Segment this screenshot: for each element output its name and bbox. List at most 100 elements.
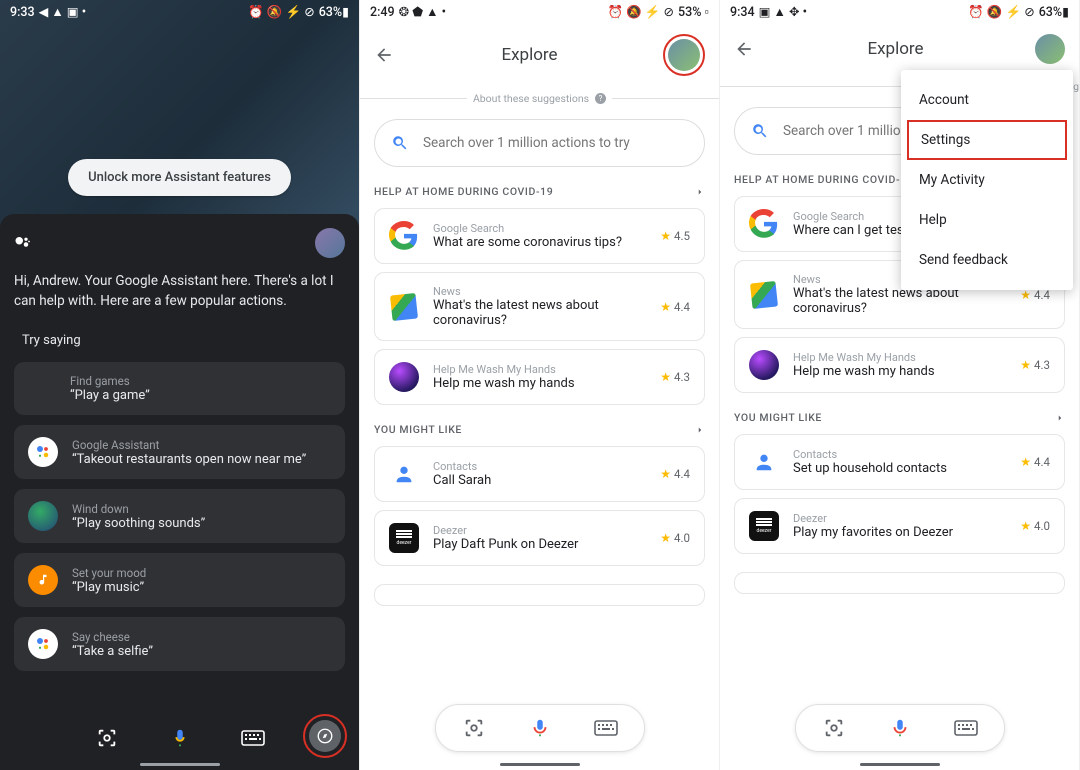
explore-menu-pane: 9:34▣ ▲ ✥ • ⏰ 🔕 ⚡ ⊘63%▮ Explore About th… bbox=[720, 0, 1080, 770]
keyboard-button[interactable] bbox=[239, 724, 267, 752]
card-query: What are some coronavirus tips? bbox=[433, 235, 646, 250]
suggestion-card[interactable]: Google Assistant“Takeout restaurants ope… bbox=[14, 425, 345, 479]
avatar[interactable] bbox=[315, 228, 345, 258]
mic-button[interactable] bbox=[526, 714, 554, 742]
status-time: 9:34 bbox=[730, 5, 755, 20]
status-time: 2:49 bbox=[370, 5, 395, 20]
suggestion-category: Set your mood bbox=[72, 566, 146, 580]
star-icon: ★ bbox=[1020, 358, 1031, 372]
card-rating: 4.5 bbox=[674, 229, 690, 243]
suggestion-card[interactable]: Set your mood“Play music” bbox=[14, 553, 345, 607]
search-icon bbox=[391, 134, 409, 152]
card-stub bbox=[734, 572, 1065, 594]
music-note-icon bbox=[28, 565, 58, 595]
status-bar: 9:34▣ ▲ ✥ • ⏰ 🔕 ⚡ ⊘63%▮ bbox=[720, 0, 1079, 24]
action-card[interactable]: ContactsSet up household contacts ★4.4 bbox=[734, 434, 1065, 490]
avatar[interactable] bbox=[1035, 34, 1065, 64]
card-rating: 4.3 bbox=[1034, 358, 1050, 372]
action-card[interactable]: ContactsCall Sarah ★4.4 bbox=[374, 446, 705, 502]
section-header: YOU MIGHT LIKE bbox=[374, 423, 462, 436]
suggestion-card[interactable]: Find games“Play a game” bbox=[14, 362, 345, 415]
deezer-icon: deezer bbox=[389, 523, 419, 553]
menu-item-my-activity[interactable]: My Activity bbox=[901, 160, 1073, 200]
card-category: Help Me Wash My Hands bbox=[793, 351, 1006, 364]
star-icon: ★ bbox=[660, 370, 671, 384]
lens-button[interactable] bbox=[93, 724, 121, 752]
section-header: YOU MIGHT LIKE bbox=[734, 411, 822, 424]
action-card[interactable]: Google SearchWhat are some coronavirus t… bbox=[374, 208, 705, 264]
keyboard-button[interactable] bbox=[592, 714, 620, 742]
page-title: Explore bbox=[501, 45, 557, 65]
card-query: Play my favorites on Deezer bbox=[793, 525, 1006, 540]
avatar-highlighted[interactable] bbox=[663, 34, 705, 76]
card-category: Deezer bbox=[433, 524, 646, 537]
action-card[interactable]: NewsWhat's the latest news about coronav… bbox=[374, 272, 705, 341]
lens-button[interactable] bbox=[820, 714, 848, 742]
suggestion-card[interactable]: Wind down“Play soothing sounds” bbox=[14, 489, 345, 543]
search-field[interactable] bbox=[374, 119, 705, 167]
compass-icon bbox=[309, 720, 341, 752]
card-query: Set up household contacts bbox=[793, 461, 1006, 476]
star-icon: ★ bbox=[660, 531, 671, 545]
back-button[interactable] bbox=[374, 44, 396, 66]
card-category: Google Search bbox=[433, 222, 646, 235]
back-button[interactable] bbox=[734, 38, 756, 60]
chevron-right-icon[interactable] bbox=[695, 187, 705, 197]
unlock-pill[interactable]: Unlock more Assistant features bbox=[68, 159, 291, 196]
card-rating: 4.3 bbox=[674, 370, 690, 384]
assistant-dots-icon bbox=[28, 629, 58, 659]
news-icon bbox=[389, 292, 419, 322]
lens-button[interactable] bbox=[460, 714, 488, 742]
card-category: Contacts bbox=[433, 460, 646, 473]
nav-handle[interactable] bbox=[140, 763, 220, 766]
nav-handle[interactable] bbox=[860, 763, 940, 766]
explore-button-highlighted[interactable] bbox=[303, 714, 347, 758]
menu-item-help[interactable]: Help bbox=[901, 200, 1073, 240]
action-card[interactable]: deezer DeezerPlay my favorites on Deezer… bbox=[734, 498, 1065, 554]
menu-item-send-feedback[interactable]: Send feedback bbox=[901, 240, 1073, 280]
mic-button[interactable] bbox=[886, 714, 914, 742]
keyboard-button[interactable] bbox=[952, 714, 980, 742]
page-title: Explore bbox=[867, 39, 923, 59]
status-icons-left: ▣ ▲ ✥ • bbox=[759, 4, 807, 20]
chevron-right-icon[interactable] bbox=[695, 425, 705, 435]
assistant-sheet: Hi, Andrew. Your Google Assistant here. … bbox=[0, 214, 359, 770]
menu-item-account[interactable]: Account bbox=[901, 80, 1073, 120]
earth-icon bbox=[28, 501, 58, 531]
status-icons-right: ⏰ 🔕 ⚡ ⊘ bbox=[608, 4, 675, 20]
assistant-logo-icon bbox=[14, 234, 32, 252]
card-rating: 4.0 bbox=[1034, 519, 1050, 533]
greeting-text: Hi, Andrew. Your Google Assistant here. … bbox=[14, 272, 345, 311]
search-input[interactable] bbox=[423, 135, 688, 151]
card-rating: 4.0 bbox=[674, 531, 690, 545]
google-g-icon bbox=[749, 209, 779, 239]
suggestion-card[interactable]: Say cheese“Take a selfie” bbox=[14, 617, 345, 671]
action-card[interactable]: Help Me Wash My HandsHelp me wash my han… bbox=[374, 349, 705, 405]
star-icon: ★ bbox=[1020, 455, 1031, 469]
action-card[interactable]: deezer DeezerPlay Daft Punk on Deezer ★4… bbox=[374, 510, 705, 566]
status-bar: 9:33 ◀ ▲ ▣ • ⏰ 🔕 ⚡ ⊘ 63%▮ bbox=[0, 0, 359, 24]
menu-item-settings-highlighted[interactable]: Settings bbox=[907, 120, 1067, 160]
contact-icon bbox=[389, 459, 419, 489]
nav-handle[interactable] bbox=[500, 763, 580, 766]
suggestion-category: Say cheese bbox=[72, 630, 153, 644]
card-query: Play Daft Punk on Deezer bbox=[433, 537, 646, 552]
star-icon: ★ bbox=[660, 467, 671, 481]
suggestion-query: “Play a game” bbox=[70, 388, 150, 403]
star-icon: ★ bbox=[1020, 519, 1031, 533]
suggestion-query: “Takeout restaurants open now near me” bbox=[72, 452, 306, 467]
mic-button[interactable] bbox=[166, 724, 194, 752]
avatar bbox=[668, 39, 700, 71]
news-icon bbox=[749, 280, 779, 310]
chevron-right-icon[interactable] bbox=[1055, 413, 1065, 423]
card-category: Deezer bbox=[793, 512, 1006, 525]
suggestion-category: Google Assistant bbox=[72, 438, 306, 452]
suggestions-hint[interactable]: About these suggestions? bbox=[360, 92, 719, 105]
status-icons-right: ⏰ 🔕 ⚡ ⊘ bbox=[248, 4, 315, 20]
account-menu: Account Settings My Activity Help Send f… bbox=[901, 70, 1073, 290]
suggestion-query: “Take a selfie” bbox=[72, 644, 153, 659]
action-card[interactable]: Help Me Wash My HandsHelp me wash my han… bbox=[734, 337, 1065, 393]
status-battery: 63%▮ bbox=[1039, 4, 1069, 20]
try-saying-label: Try saying bbox=[22, 333, 345, 348]
card-rating: 4.4 bbox=[674, 467, 690, 481]
